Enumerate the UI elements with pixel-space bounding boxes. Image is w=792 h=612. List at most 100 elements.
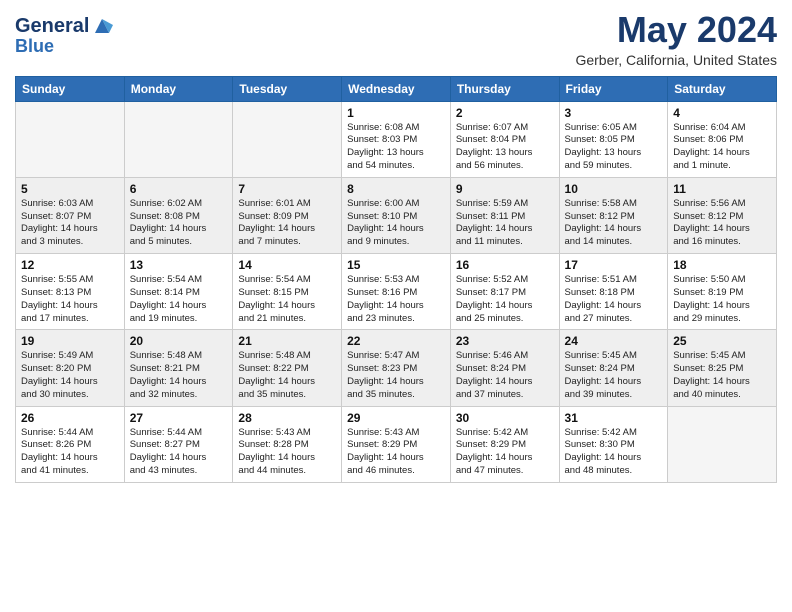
day-info: Sunrise: 6:01 AM Sunset: 8:09 PM Dayligh… [238,198,336,249]
calendar-cell: 8 Sunrise: 6:00 AM Sunset: 8:10 PM Daylig… [342,177,451,253]
day-number: 25 [673,334,771,348]
logo: General Blue [15,15,113,57]
day-info: Sunrise: 5:55 AM Sunset: 8:13 PM Dayligh… [21,274,119,325]
calendar-cell: 25 Sunrise: 5:45 AM Sunset: 8:25 PM Dayli… [668,330,777,406]
day-info: Sunrise: 5:46 AM Sunset: 8:24 PM Dayligh… [456,350,554,401]
calendar-cell: 15 Sunrise: 5:53 AM Sunset: 8:16 PM Dayli… [342,254,451,330]
calendar-cell: 13 Sunrise: 5:54 AM Sunset: 8:14 PM Dayli… [124,254,233,330]
calendar-cell: 31Sunrise: 5:42 AM Sunset: 8:30 PM Dayli… [559,406,668,482]
calendar-cell: 27 Sunrise: 5:44 AM Sunset: 8:27 PM Dayli… [124,406,233,482]
day-number: 6 [130,182,228,196]
day-number: 9 [456,182,554,196]
day-number: 20 [130,334,228,348]
main-title: May 2024 [575,10,777,50]
calendar-cell: 16Sunrise: 5:52 AM Sunset: 8:17 PM Dayli… [450,254,559,330]
calendar-cell: 2 Sunrise: 6:07 AM Sunset: 8:04 PM Daylig… [450,101,559,177]
calendar-cell: 12 Sunrise: 5:55 AM Sunset: 8:13 PM Dayli… [16,254,125,330]
day-info: Sunrise: 5:45 AM Sunset: 8:25 PM Dayligh… [673,350,771,401]
day-info: Sunrise: 5:48 AM Sunset: 8:21 PM Dayligh… [130,350,228,401]
day-info: Sunrise: 6:08 AM Sunset: 8:03 PM Dayligh… [347,122,445,173]
week-row-2: 5Sunrise: 6:03 AM Sunset: 8:07 PM Daylig… [16,177,777,253]
day-info: Sunrise: 5:56 AM Sunset: 8:12 PM Dayligh… [673,198,771,249]
weekday-header-monday: Monday [124,76,233,101]
day-info: Sunrise: 5:52 AM Sunset: 8:17 PM Dayligh… [456,274,554,325]
logo-text-blue: Blue [15,37,113,57]
calendar-cell: 3 Sunrise: 6:05 AM Sunset: 8:05 PM Daylig… [559,101,668,177]
subtitle: Gerber, California, United States [575,52,777,68]
day-info: Sunrise: 5:48 AM Sunset: 8:22 PM Dayligh… [238,350,336,401]
calendar-cell: 22 Sunrise: 5:47 AM Sunset: 8:23 PM Dayli… [342,330,451,406]
day-info: Sunrise: 5:45 AM Sunset: 8:24 PM Dayligh… [565,350,663,401]
day-number: 12 [21,258,119,272]
calendar-cell [668,406,777,482]
day-number: 15 [347,258,445,272]
day-number: 7 [238,182,336,196]
calendar-cell: 26 Sunrise: 5:44 AM Sunset: 8:26 PM Dayli… [16,406,125,482]
calendar-cell: 11Sunrise: 5:56 AM Sunset: 8:12 PM Dayli… [668,177,777,253]
weekday-header-thursday: Thursday [450,76,559,101]
day-info: Sunrise: 5:53 AM Sunset: 8:16 PM Dayligh… [347,274,445,325]
calendar-cell: 20 Sunrise: 5:48 AM Sunset: 8:21 PM Dayli… [124,330,233,406]
day-info: Sunrise: 5:49 AM Sunset: 8:20 PM Dayligh… [21,350,119,401]
day-info: Sunrise: 5:43 AM Sunset: 8:29 PM Dayligh… [347,427,445,478]
calendar-cell: 5Sunrise: 6:03 AM Sunset: 8:07 PM Daylig… [16,177,125,253]
day-number: 19 [21,334,119,348]
calendar-cell: 24 Sunrise: 5:45 AM Sunset: 8:24 PM Dayli… [559,330,668,406]
week-row-3: 12 Sunrise: 5:55 AM Sunset: 8:13 PM Dayli… [16,254,777,330]
day-number: 21 [238,334,336,348]
calendar-cell: 28Sunrise: 5:43 AM Sunset: 8:28 PM Dayli… [233,406,342,482]
day-info: Sunrise: 5:47 AM Sunset: 8:23 PM Dayligh… [347,350,445,401]
calendar-cell: 7 Sunrise: 6:01 AM Sunset: 8:09 PM Daylig… [233,177,342,253]
day-info: Sunrise: 5:54 AM Sunset: 8:15 PM Dayligh… [238,274,336,325]
title-block: May 2024 Gerber, California, United Stat… [575,10,777,68]
day-info: Sunrise: 5:54 AM Sunset: 8:14 PM Dayligh… [130,274,228,325]
calendar-cell: 29 Sunrise: 5:43 AM Sunset: 8:29 PM Dayli… [342,406,451,482]
day-info: Sunrise: 5:44 AM Sunset: 8:26 PM Dayligh… [21,427,119,478]
day-number: 22 [347,334,445,348]
calendar-cell: 4Sunrise: 6:04 AM Sunset: 8:06 PM Daylig… [668,101,777,177]
day-info: Sunrise: 5:50 AM Sunset: 8:19 PM Dayligh… [673,274,771,325]
week-row-5: 26 Sunrise: 5:44 AM Sunset: 8:26 PM Dayli… [16,406,777,482]
week-row-4: 19 Sunrise: 5:49 AM Sunset: 8:20 PM Dayli… [16,330,777,406]
calendar-cell: 14Sunrise: 5:54 AM Sunset: 8:15 PM Dayli… [233,254,342,330]
logo-text: General [15,15,89,37]
day-number: 1 [347,106,445,120]
weekday-header-sunday: Sunday [16,76,125,101]
calendar-cell: 9 Sunrise: 5:59 AM Sunset: 8:11 PM Daylig… [450,177,559,253]
day-number: 27 [130,411,228,425]
day-number: 24 [565,334,663,348]
day-info: Sunrise: 6:04 AM Sunset: 8:06 PM Dayligh… [673,122,771,173]
day-number: 26 [21,411,119,425]
day-number: 3 [565,106,663,120]
day-number: 10 [565,182,663,196]
day-number: 17 [565,258,663,272]
calendar: SundayMondayTuesdayWednesdayThursdayFrid… [15,76,777,483]
day-info: Sunrise: 5:59 AM Sunset: 8:11 PM Dayligh… [456,198,554,249]
day-number: 8 [347,182,445,196]
calendar-cell: 1 Sunrise: 6:08 AM Sunset: 8:03 PM Daylig… [342,101,451,177]
day-number: 13 [130,258,228,272]
weekday-header-friday: Friday [559,76,668,101]
day-number: 29 [347,411,445,425]
day-info: Sunrise: 5:42 AM Sunset: 8:29 PM Dayligh… [456,427,554,478]
day-number: 2 [456,106,554,120]
logo-icon [91,15,113,37]
calendar-cell [16,101,125,177]
weekday-header-tuesday: Tuesday [233,76,342,101]
calendar-cell [124,101,233,177]
day-info: Sunrise: 6:07 AM Sunset: 8:04 PM Dayligh… [456,122,554,173]
day-info: Sunrise: 6:05 AM Sunset: 8:05 PM Dayligh… [565,122,663,173]
weekday-header-row: SundayMondayTuesdayWednesdayThursdayFrid… [16,76,777,101]
week-row-1: 1 Sunrise: 6:08 AM Sunset: 8:03 PM Daylig… [16,101,777,177]
day-info: Sunrise: 6:02 AM Sunset: 8:08 PM Dayligh… [130,198,228,249]
calendar-cell: 19 Sunrise: 5:49 AM Sunset: 8:20 PM Dayli… [16,330,125,406]
day-number: 30 [456,411,554,425]
calendar-cell: 23Sunrise: 5:46 AM Sunset: 8:24 PM Dayli… [450,330,559,406]
day-info: Sunrise: 6:00 AM Sunset: 8:10 PM Dayligh… [347,198,445,249]
day-info: Sunrise: 5:43 AM Sunset: 8:28 PM Dayligh… [238,427,336,478]
calendar-cell: 6 Sunrise: 6:02 AM Sunset: 8:08 PM Daylig… [124,177,233,253]
day-info: Sunrise: 5:44 AM Sunset: 8:27 PM Dayligh… [130,427,228,478]
day-number: 18 [673,258,771,272]
day-info: Sunrise: 6:03 AM Sunset: 8:07 PM Dayligh… [21,198,119,249]
calendar-cell: 30 Sunrise: 5:42 AM Sunset: 8:29 PM Dayli… [450,406,559,482]
